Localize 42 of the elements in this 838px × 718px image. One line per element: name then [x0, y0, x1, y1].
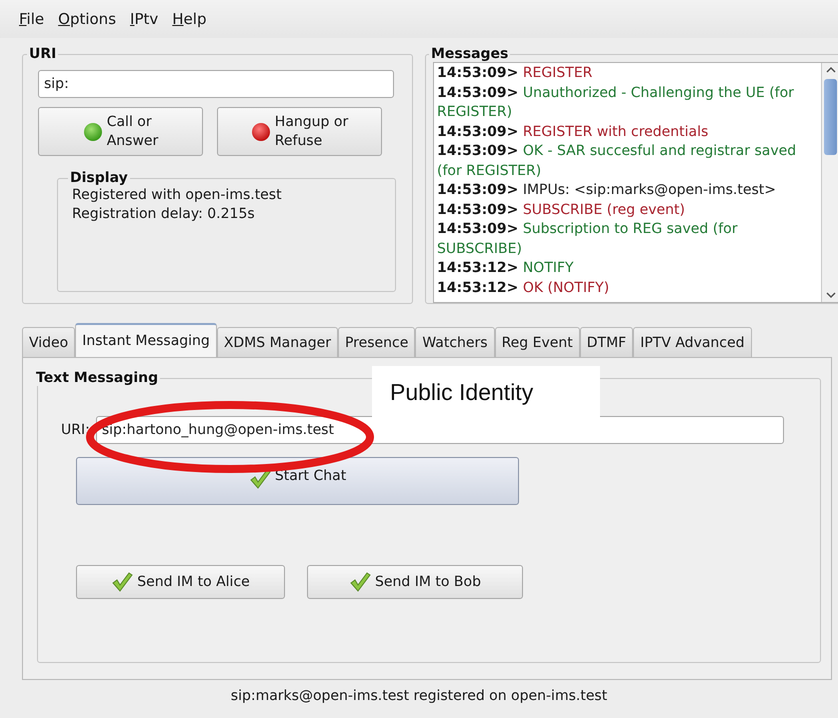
menu-item[interactable]: File — [12, 10, 52, 28]
group-title: Display — [69, 170, 129, 186]
menu-item[interactable]: Options — [51, 10, 124, 28]
status-dot-icon — [250, 122, 271, 142]
tab[interactable]: DTMF — [580, 327, 634, 357]
send-im-button[interactable]: Send IM to Bob — [307, 565, 523, 599]
group-title: Messages — [430, 46, 510, 62]
message-line: 14:53:09> SUBSCRIBE (reg event) — [437, 200, 686, 220]
scrollbar[interactable] — [821, 63, 838, 302]
call-button[interactable]: Call or Answer — [38, 107, 203, 156]
message-line: 14:53:09> IMPUs: <sip:marks@open-ims.test> — [437, 181, 777, 200]
send-im-button[interactable]: Send IM to Alice — [76, 565, 285, 599]
menu-item[interactable]: IPtv — [123, 10, 166, 28]
group-title: URI — [28, 46, 58, 62]
message-line: 14:53:09> REGISTER with credentials — [437, 122, 710, 142]
status-text: sip:marks@open-ims.test registered on open-ims.test — [230, 688, 608, 704]
uri-field[interactable]: sip: — [38, 70, 394, 98]
message-line: 14:53:09> Subscription to REG saved (for SUBSCRIBE) — [437, 220, 738, 258]
hangup-button[interactable]: Hangup or Refuse — [217, 107, 382, 156]
menu-item[interactable]: Help — [165, 10, 214, 28]
display-text: Registered with open-ims.test — [72, 186, 283, 205]
checkmark-icon — [111, 571, 134, 593]
tab[interactable]: Presence — [338, 327, 416, 357]
tab[interactable]: IPTV Advanced — [633, 327, 752, 357]
message-line: 14:53:09> Unauthorized - Challenging the UE (for REGISTER) — [437, 84, 795, 122]
message-line: 14:53:09> REGISTER — [437, 64, 594, 83]
display-text: Registration delay: 0.215s — [72, 205, 256, 224]
checkmark-icon — [349, 571, 372, 593]
annotation-callout: Public Identity — [372, 366, 600, 420]
message-line: 14:53:12> OK (NOTIFY) — [437, 278, 610, 298]
uri-label: URI: — [61, 422, 90, 438]
status-dot-icon — [82, 122, 103, 142]
tab[interactable]: Video — [22, 327, 76, 357]
scroll-thumb[interactable] — [824, 79, 837, 155]
tab[interactable]: Instant Messaging — [75, 323, 217, 357]
message-line: 14:53:12> NOTIFY — [437, 259, 575, 278]
message-line: 14:53:09> OK - SAR succesful and registrar saved (for REGISTER) — [437, 142, 798, 180]
tab[interactable]: Reg Event — [494, 327, 580, 357]
chat-uri-field[interactable]: sip:hartono_hung@open-ims.test — [96, 416, 784, 444]
tab[interactable]: XDMS Manager — [216, 327, 338, 357]
tab[interactable]: Watchers — [415, 327, 495, 357]
group-title: Text Messaging — [35, 370, 160, 386]
